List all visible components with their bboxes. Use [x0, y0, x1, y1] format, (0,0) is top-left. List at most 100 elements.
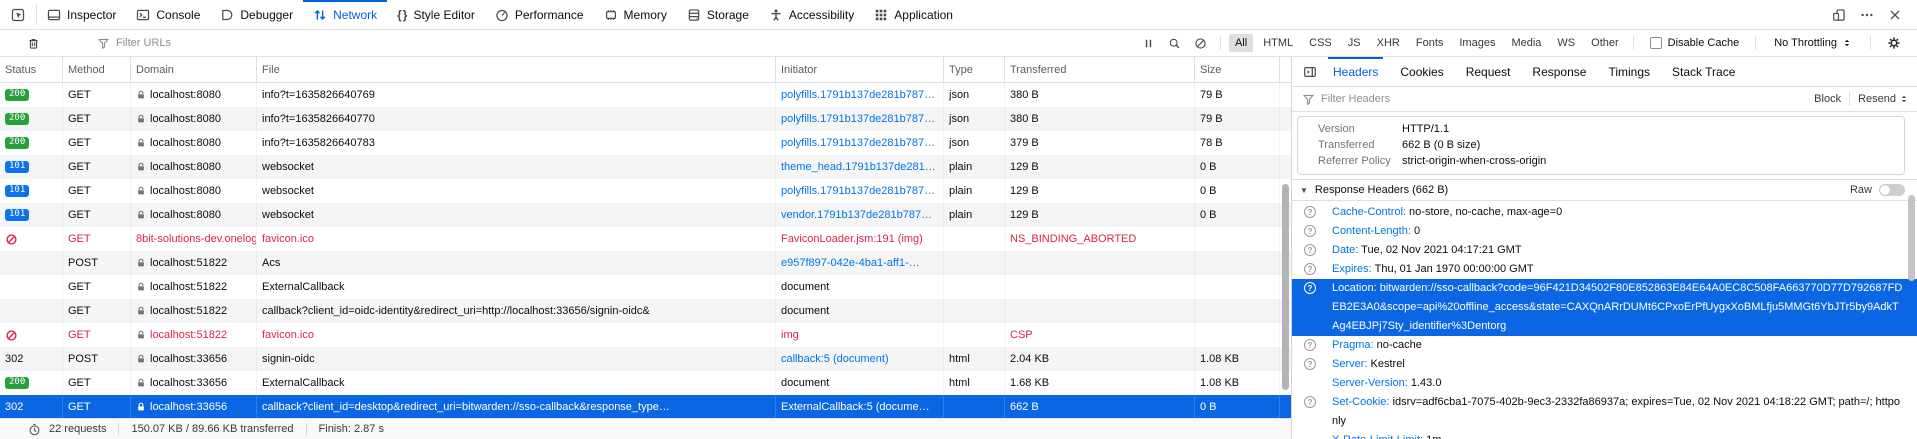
column-header-method[interactable]: Method [63, 57, 131, 82]
header-row[interactable]: X-Rate-Limit-Limit: 1m [1292, 431, 1917, 439]
block-requests-button[interactable] [1188, 33, 1214, 53]
header-name[interactable]: Date: [1332, 244, 1358, 256]
disable-cache-checkbox[interactable] [1650, 37, 1662, 49]
detail-tab-stack-trace[interactable]: Stack Trace [1661, 57, 1746, 86]
header-name[interactable]: X-Rate-Limit-Limit: [1332, 434, 1423, 439]
initiator-link[interactable]: polyfills.1791b137de281b787… [781, 113, 935, 125]
column-header-domain[interactable]: Domain [131, 57, 257, 82]
initiator-link[interactable]: polyfills.1791b137de281b787… [781, 185, 935, 197]
column-header-type[interactable]: Type [944, 57, 1005, 82]
header-row[interactable]: Server-Version: 1.43.0 [1292, 374, 1917, 393]
detail-tab-request[interactable]: Request [1455, 57, 1522, 86]
request-list-scrollbar[interactable] [1282, 184, 1289, 390]
question-icon[interactable]: ? [1304, 282, 1316, 294]
tab-console[interactable]: Console [126, 0, 210, 29]
tab-memory[interactable]: Memory [594, 0, 677, 29]
type-filter-fonts[interactable]: Fonts [1410, 34, 1450, 52]
type-filter-images[interactable]: Images [1453, 34, 1501, 52]
header-name[interactable]: Server-Version: [1332, 377, 1408, 389]
initiator-link[interactable]: callback:5 (document) [781, 353, 889, 365]
header-name[interactable]: Server: [1332, 358, 1367, 370]
request-row[interactable]: POSTlocalhost:51822Acse957f897-042e-4ba1… [0, 251, 1291, 275]
type-filter-other[interactable]: Other [1585, 34, 1625, 52]
type-filter-xhr[interactable]: XHR [1371, 34, 1406, 52]
filter-urls-input[interactable] [116, 37, 1136, 49]
header-row[interactable]: ?Set-Cookie: idsrv=adf6cba1-7075-402b-9e… [1292, 393, 1917, 431]
detail-scrollbar[interactable] [1908, 195, 1915, 281]
initiator-link[interactable]: polyfills.1791b137de281b787… [781, 137, 935, 149]
question-icon[interactable]: ? [1304, 263, 1316, 275]
tab-accessibility[interactable]: Accessibility [759, 0, 864, 29]
type-filter-ws[interactable]: WS [1551, 34, 1581, 52]
header-name[interactable]: Pragma: [1332, 339, 1374, 351]
request-row[interactable]: 101GETlocalhost:8080websocketpolyfills.1… [0, 179, 1291, 203]
request-row[interactable]: 200GETlocalhost:8080info?t=1635826640769… [0, 83, 1291, 107]
request-row[interactable]: 101GETlocalhost:8080websockettheme_head.… [0, 155, 1291, 179]
header-row[interactable]: ?Cache-Control: no-store, no-cache, max-… [1292, 203, 1917, 222]
initiator-link[interactable]: vendor.1791b137de281b787… [781, 209, 932, 221]
initiator-link[interactable]: ExternalCallback:5 (docume… [781, 401, 930, 413]
close-devtools-button[interactable] [1881, 0, 1909, 29]
header-name[interactable]: Content-Length: [1332, 225, 1411, 237]
request-row[interactable]: GET8bit-solutions-dev.onelogin.…favicon.… [0, 227, 1291, 251]
detail-tab-timings[interactable]: Timings [1597, 57, 1661, 86]
question-icon[interactable]: ? [1304, 358, 1316, 370]
filter-headers-input[interactable] [1321, 93, 1814, 105]
column-header-file[interactable]: File [257, 57, 776, 82]
header-row[interactable]: ?Expires: Thu, 01 Jan 1970 00:00:00 GMT [1292, 260, 1917, 279]
tab-network[interactable]: Network [303, 0, 387, 29]
detail-tab-cookies[interactable]: Cookies [1389, 57, 1454, 86]
tab-inspector[interactable]: Inspector [37, 0, 126, 29]
type-filter-all[interactable]: All [1229, 34, 1253, 52]
header-row[interactable]: ?Content-Length: 0 [1292, 222, 1917, 241]
responsive-design-mode-button[interactable] [1825, 0, 1853, 29]
initiator-link[interactable]: polyfills.1791b137de281b787… [781, 89, 935, 101]
question-icon[interactable]: ? [1304, 396, 1316, 408]
initiator-link[interactable]: theme_head.1791b137de281… [781, 161, 936, 173]
initiator-link[interactable]: e957f897-042e-4ba1-aff1-… [781, 257, 920, 269]
disable-cache-control[interactable]: Disable Cache [1640, 37, 1750, 49]
tab-storage[interactable]: Storage [677, 0, 759, 29]
header-name[interactable]: Expires: [1332, 263, 1372, 275]
header-name[interactable]: Cache-Control: [1332, 206, 1406, 218]
header-name[interactable]: Location: [1332, 282, 1377, 294]
request-row[interactable]: GETlocalhost:51822ExternalCallbackdocume… [0, 275, 1291, 299]
tab-application[interactable]: Application [864, 0, 963, 29]
question-icon[interactable]: ? [1304, 244, 1316, 256]
network-settings-button[interactable] [1877, 33, 1911, 53]
request-row[interactable]: 302GETlocalhost:33656callback?client_id=… [0, 395, 1291, 418]
question-icon[interactable]: ? [1304, 225, 1316, 237]
performance-analysis-icon[interactable] [28, 423, 41, 436]
tab-debugger[interactable]: Debugger [210, 0, 303, 29]
detail-tab-headers[interactable]: Headers [1322, 57, 1389, 86]
search-button[interactable] [1162, 33, 1188, 53]
response-headers-section[interactable]: ▼ Response Headers (662 B) Raw [1292, 179, 1917, 201]
request-row[interactable]: 101GETlocalhost:8080websocketvendor.1791… [0, 203, 1291, 227]
collapse-panel-button[interactable] [1298, 57, 1322, 86]
request-row[interactable]: GETlocalhost:51822favicon.icoimgCSP [0, 323, 1291, 347]
column-header-size[interactable]: Size [1195, 57, 1280, 82]
type-filter-js[interactable]: JS [1342, 34, 1367, 52]
block-url-button[interactable]: Block [1814, 93, 1841, 105]
question-icon[interactable]: ? [1304, 206, 1316, 218]
detail-tab-response[interactable]: Response [1521, 57, 1597, 86]
header-name[interactable]: Set-Cookie: [1332, 396, 1389, 408]
column-header-initiator[interactable]: Initiator [776, 57, 944, 82]
request-row[interactable]: 200GETlocalhost:8080info?t=1635826640783… [0, 131, 1291, 155]
raw-toggle[interactable] [1879, 184, 1905, 196]
pause-traffic-button[interactable] [1136, 33, 1162, 53]
header-row[interactable]: ?Location: bitwarden://sso-callback?code… [1292, 279, 1917, 336]
column-header-transferred[interactable]: Transferred [1005, 57, 1195, 82]
resend-button[interactable]: Resend [1858, 93, 1909, 105]
tab-performance[interactable]: Performance [485, 0, 594, 29]
type-filter-media[interactable]: Media [1505, 34, 1547, 52]
question-icon[interactable]: ? [1304, 339, 1316, 351]
header-row[interactable]: ?Pragma: no-cache [1292, 336, 1917, 355]
header-row[interactable]: ?Server: Kestrel [1292, 355, 1917, 374]
column-header-status[interactable]: Status [0, 57, 63, 82]
toolbox-meatball-menu-button[interactable] [1853, 0, 1881, 29]
request-row[interactable]: 302POSTlocalhost:33656signin-oidccallbac… [0, 347, 1291, 371]
request-row[interactable]: GETlocalhost:51822callback?client_id=oid… [0, 299, 1291, 323]
header-row[interactable]: ?Date: Tue, 02 Nov 2021 04:17:21 GMT [1292, 241, 1917, 260]
clear-requests-button[interactable] [0, 30, 66, 56]
